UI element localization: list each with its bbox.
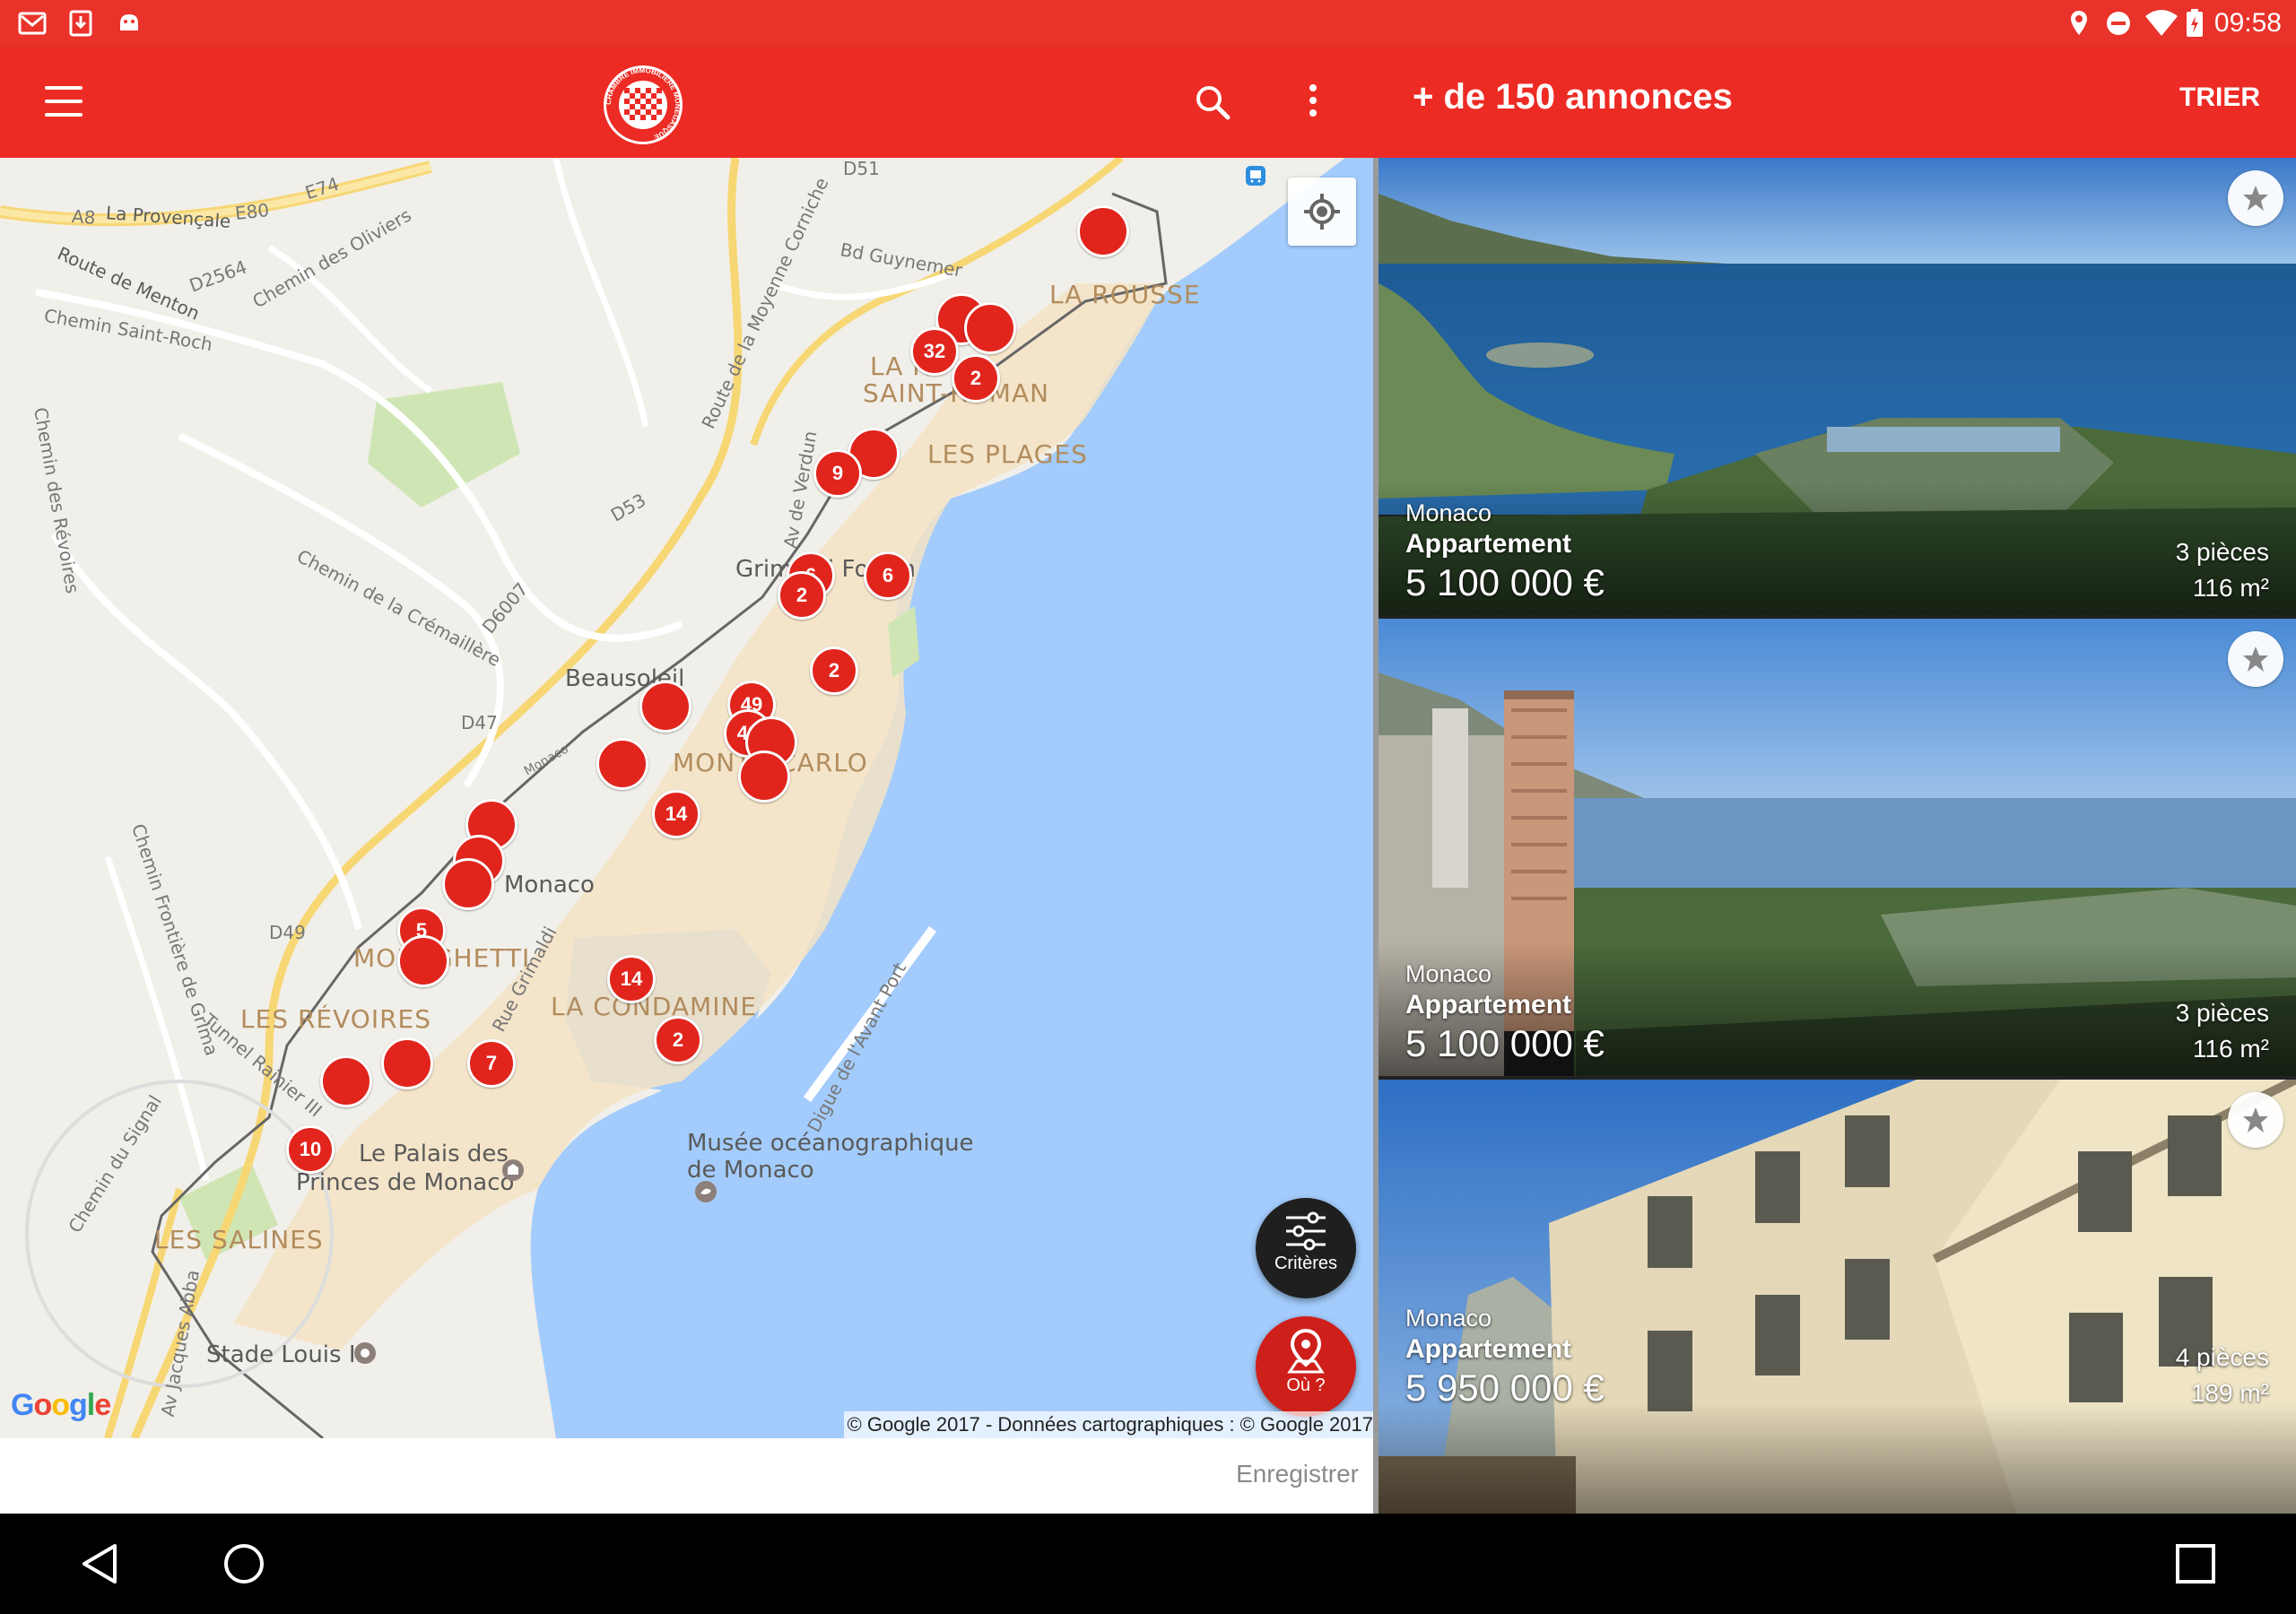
recents-square-icon[interactable] [2170,1539,2221,1589]
back-triangle-icon[interactable] [75,1539,126,1589]
my-location-icon [1304,194,1340,230]
map-marker[interactable]: 32 [910,327,959,376]
map-marker[interactable] [738,751,790,803]
download-icon [69,10,92,37]
map-marker[interactable]: 14 [607,955,656,1003]
map-marker[interactable]: 9 [813,449,862,498]
map-label: D51 [843,158,880,179]
map-marker[interactable] [639,681,691,733]
map-marker[interactable]: 2 [654,1016,702,1064]
gmail-icon [18,12,47,35]
map-marker[interactable]: 2 [810,646,858,695]
chambre-immobiliere-logo: CHAMBRE IMMOBILIERE MONEGASQUE [604,65,683,144]
map-label: Stade Louis II [206,1341,363,1368]
listing-card[interactable]: Monaco Appartement 5 950 000 € 4 pièces … [1378,1080,2296,1514]
map-view[interactable]: A8 La Provençale E80 E74 Route de Menton… [0,158,1377,1438]
map-marker[interactable]: 2 [952,354,1000,403]
place-pin-icon [1287,1329,1325,1374]
listing-card[interactable]: Monaco Appartement 5 100 000 € 3 pièces … [1378,158,2296,615]
home-circle-icon[interactable] [219,1539,269,1589]
save-bar: Enregistrer [0,1438,1377,1514]
search-icon[interactable] [1191,81,1234,124]
stadium-poi-icon [354,1342,376,1364]
map-marker[interactable] [964,302,1016,354]
criteria-label: Critères [1274,1254,1337,1273]
favorite-button[interactable] [2228,631,2283,687]
listing-area: 189 m² [2190,1379,2269,1407]
map-label: LES RÉVOIRES [240,1004,431,1034]
status-bar: 09:58 [0,0,2296,47]
where-button[interactable]: Où ? [1256,1316,1356,1417]
map-label: D47 [461,712,498,733]
results-header: + de 150 annonces TRIER [1377,47,2296,158]
map-label: LA ROUSSE [1049,280,1201,309]
listing-rooms: 3 pièces [2175,999,2269,1027]
map-label: E80 [233,199,271,224]
photo-shade [1378,1402,2296,1514]
map-label: D49 [269,922,306,943]
map-copyright: © Google 2017 - Données cartographiques … [843,1411,1377,1438]
location-icon [2071,11,2087,35]
do-not-disturb-icon [2107,12,2130,35]
favorite-button[interactable] [2228,170,2283,226]
listing-card[interactable]: Monaco Appartement 5 100 000 € 3 pièces … [1378,619,2296,1076]
wifi-icon [2145,10,2178,36]
star-icon [2243,1107,2268,1132]
map-marker[interactable] [1077,205,1129,257]
listing-area: 116 m² [2192,574,2269,602]
where-label: Où ? [1286,1375,1326,1395]
map-label: LES SALINES [154,1225,324,1254]
my-location-button[interactable] [1288,178,1356,246]
map-label: LES PLAGES [927,439,1088,469]
listing-price: 5 100 000 € [1405,1022,1605,1064]
app-bar: CHAMBRE IMMOBILIERE MONEGASQUE [0,47,1377,158]
listings-panel[interactable]: Monaco Appartement 5 100 000 € 3 pièces … [1378,158,2296,1514]
map-marker[interactable] [381,1037,433,1089]
museum-poi-icon [695,1181,717,1202]
listing-price: 5 950 000 € [1405,1367,1605,1409]
map-label: A8 [71,205,97,229]
save-search-button[interactable]: Enregistrer [1236,1460,1359,1488]
listing-rooms: 4 pièces [2175,1343,2269,1371]
listing-price: 5 100 000 € [1405,561,1605,603]
map-label: LA CONDAMINE [551,992,758,1021]
listing-type: Appartement [1405,990,1572,1020]
listing-city: Monaco [1405,960,1492,987]
status-time: 09:58 [2213,8,2282,38]
results-count-title: + de 150 annonces [1413,77,1733,117]
map-marker[interactable]: 6 [864,551,912,600]
criteria-button[interactable]: Critères [1256,1198,1356,1298]
map-marker[interactable]: 2 [778,571,826,620]
sort-button[interactable]: TRIER [2179,82,2260,113]
map-marker[interactable] [442,858,494,910]
google-logo: Google [11,1388,111,1422]
hamburger-menu-icon[interactable] [45,86,83,118]
map-label: Monaco [504,872,595,898]
listing-city: Monaco [1405,1305,1492,1332]
map-label: Le Palais des [359,1141,509,1167]
listing-rooms: 3 pièces [2175,538,2269,566]
map-label: Princes de Monaco [296,1169,515,1196]
map-marker[interactable] [320,1055,372,1107]
listing-area: 116 m² [2192,1035,2269,1063]
tune-sliders-icon [1286,1211,1326,1251]
android-icon [120,14,138,30]
star-icon [2243,646,2268,672]
navigation-bar [0,1514,2296,1614]
map-marker[interactable] [596,738,648,790]
listing-type: Appartement [1405,1334,1572,1364]
favorite-button[interactable] [2228,1092,2283,1148]
listing-city: Monaco [1405,499,1492,526]
palace-poi-icon [502,1159,524,1181]
more-vert-icon[interactable] [1302,81,1324,124]
star-icon [2243,186,2268,211]
map-marker[interactable] [397,935,449,987]
map-marker[interactable]: 7 [467,1039,516,1088]
map-marker[interactable]: 10 [286,1125,335,1174]
map-marker[interactable]: 14 [652,790,700,838]
bus-stop-icon [1246,166,1265,186]
listing-type: Appartement [1405,529,1572,559]
battery-icon [2187,9,2203,37]
map-label: Musée océanographique [687,1130,974,1157]
